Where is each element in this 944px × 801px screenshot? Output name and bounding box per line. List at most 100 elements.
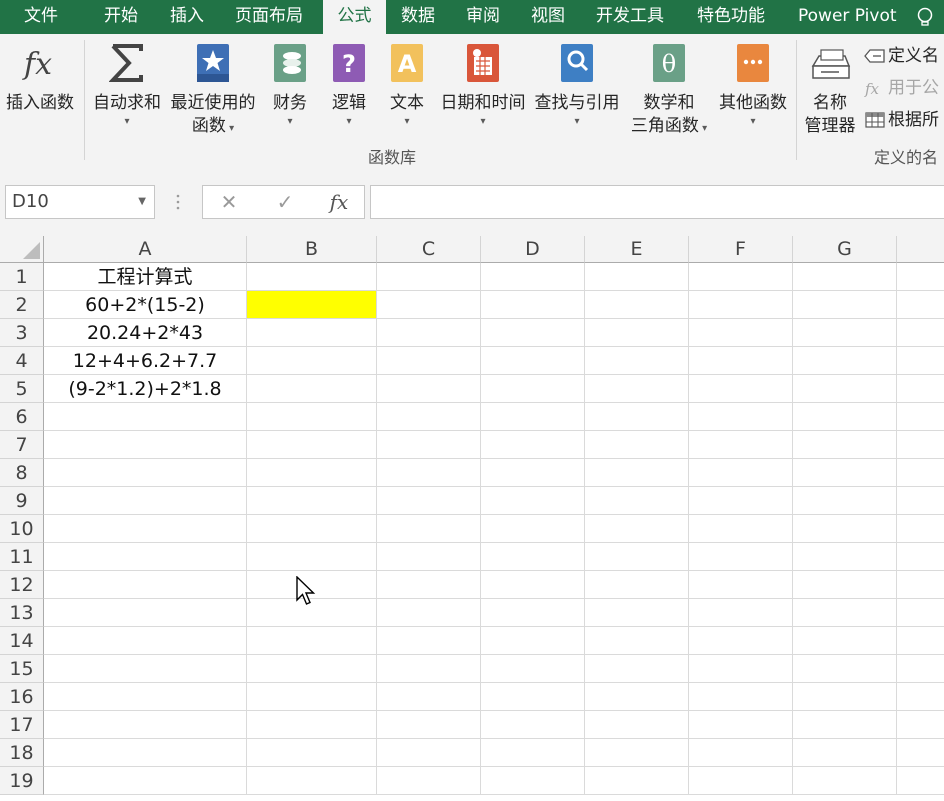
- cell-f16[interactable]: [689, 683, 793, 711]
- autosum-button[interactable]: 自动求和 ▾: [90, 34, 164, 154]
- cell-h19[interactable]: [897, 767, 944, 795]
- cell-h4[interactable]: [897, 347, 944, 375]
- cell-g9[interactable]: [793, 487, 897, 515]
- cell-h18[interactable]: [897, 739, 944, 767]
- tab-insert[interactable]: 插入: [170, 0, 204, 34]
- cell-b3[interactable]: [247, 319, 377, 347]
- cell-b11[interactable]: [247, 543, 377, 571]
- cell-c16[interactable]: [377, 683, 481, 711]
- cell-c6[interactable]: [377, 403, 481, 431]
- tab-power-pivot[interactable]: Power Pivot: [798, 0, 897, 34]
- cell-b14[interactable]: [247, 627, 377, 655]
- cell-c4[interactable]: [377, 347, 481, 375]
- cell-a14[interactable]: [44, 627, 247, 655]
- cell-a10[interactable]: [44, 515, 247, 543]
- row-header[interactable]: 18: [0, 739, 44, 767]
- cell-h3[interactable]: [897, 319, 944, 347]
- name-manager-button[interactable]: 名称 管理器: [800, 34, 860, 154]
- cell-h7[interactable]: [897, 431, 944, 459]
- cell-f9[interactable]: [689, 487, 793, 515]
- cell-g3[interactable]: [793, 319, 897, 347]
- cell-f13[interactable]: [689, 599, 793, 627]
- cell-g6[interactable]: [793, 403, 897, 431]
- cell-e16[interactable]: [585, 683, 689, 711]
- cell-e13[interactable]: [585, 599, 689, 627]
- column-header-b[interactable]: B: [247, 236, 377, 263]
- column-header-d[interactable]: D: [481, 236, 585, 263]
- cell-c2[interactable]: [377, 291, 481, 319]
- row-header[interactable]: 7: [0, 431, 44, 459]
- cell-b9[interactable]: [247, 487, 377, 515]
- cell-c14[interactable]: [377, 627, 481, 655]
- cell-f1[interactable]: [689, 263, 793, 291]
- cell-h11[interactable]: [897, 543, 944, 571]
- cell-b17[interactable]: [247, 711, 377, 739]
- cell-c7[interactable]: [377, 431, 481, 459]
- cell-g16[interactable]: [793, 683, 897, 711]
- cell-a19[interactable]: [44, 767, 247, 795]
- cell-c17[interactable]: [377, 711, 481, 739]
- cell-c11[interactable]: [377, 543, 481, 571]
- cell-g4[interactable]: [793, 347, 897, 375]
- chevron-down-icon[interactable]: ▼: [138, 186, 146, 218]
- cell-g1[interactable]: [793, 263, 897, 291]
- cell-f17[interactable]: [689, 711, 793, 739]
- cell-d14[interactable]: [481, 627, 585, 655]
- cell-c8[interactable]: [377, 459, 481, 487]
- cell-e3[interactable]: [585, 319, 689, 347]
- cell-a4[interactable]: 12+4+6.2+7.7: [44, 347, 247, 375]
- cell-g11[interactable]: [793, 543, 897, 571]
- lookup-reference-button[interactable]: 查找与引用 ▾: [530, 34, 624, 154]
- cell-d15[interactable]: [481, 655, 585, 683]
- cell-b6[interactable]: [247, 403, 377, 431]
- tab-view[interactable]: 视图: [531, 0, 565, 34]
- cell-e5[interactable]: [585, 375, 689, 403]
- grip-dots-icon[interactable]: [174, 192, 182, 212]
- cell-e9[interactable]: [585, 487, 689, 515]
- cell-a9[interactable]: [44, 487, 247, 515]
- cell-f10[interactable]: [689, 515, 793, 543]
- column-header-h[interactable]: [897, 236, 944, 263]
- cell-e6[interactable]: [585, 403, 689, 431]
- date-time-button[interactable]: 日期和时间 ▾: [436, 34, 530, 154]
- select-all-corner[interactable]: [0, 236, 44, 263]
- tab-home[interactable]: 开始: [104, 0, 138, 34]
- cell-b7[interactable]: [247, 431, 377, 459]
- cell-f6[interactable]: [689, 403, 793, 431]
- row-header[interactable]: 6: [0, 403, 44, 431]
- row-header[interactable]: 16: [0, 683, 44, 711]
- cell-f3[interactable]: [689, 319, 793, 347]
- cell-c10[interactable]: [377, 515, 481, 543]
- cell-h12[interactable]: [897, 571, 944, 599]
- cell-h8[interactable]: [897, 459, 944, 487]
- cell-e12[interactable]: [585, 571, 689, 599]
- cell-g19[interactable]: [793, 767, 897, 795]
- cell-f18[interactable]: [689, 739, 793, 767]
- cell-f14[interactable]: [689, 627, 793, 655]
- cell-d18[interactable]: [481, 739, 585, 767]
- column-header-g[interactable]: G: [793, 236, 897, 263]
- cell-c19[interactable]: [377, 767, 481, 795]
- cell-f5[interactable]: [689, 375, 793, 403]
- cell-d9[interactable]: [481, 487, 585, 515]
- row-header[interactable]: 12: [0, 571, 44, 599]
- cell-f8[interactable]: [689, 459, 793, 487]
- cell-e2[interactable]: [585, 291, 689, 319]
- column-header-a[interactable]: A: [44, 236, 247, 263]
- cell-d4[interactable]: [481, 347, 585, 375]
- cell-b16[interactable]: [247, 683, 377, 711]
- cell-b4[interactable]: [247, 347, 377, 375]
- recently-used-button[interactable]: 最近使用的 函数 ▾: [166, 34, 260, 154]
- cell-f4[interactable]: [689, 347, 793, 375]
- row-header[interactable]: 4: [0, 347, 44, 375]
- cell-d10[interactable]: [481, 515, 585, 543]
- cell-d11[interactable]: [481, 543, 585, 571]
- cell-b5[interactable]: [247, 375, 377, 403]
- cell-e15[interactable]: [585, 655, 689, 683]
- row-header[interactable]: 11: [0, 543, 44, 571]
- cell-h16[interactable]: [897, 683, 944, 711]
- cell-a5[interactable]: (9-2*1.2)+2*1.8: [44, 375, 247, 403]
- cell-d19[interactable]: [481, 767, 585, 795]
- insert-function-fx-icon[interactable]: fx: [319, 186, 359, 218]
- cell-e10[interactable]: [585, 515, 689, 543]
